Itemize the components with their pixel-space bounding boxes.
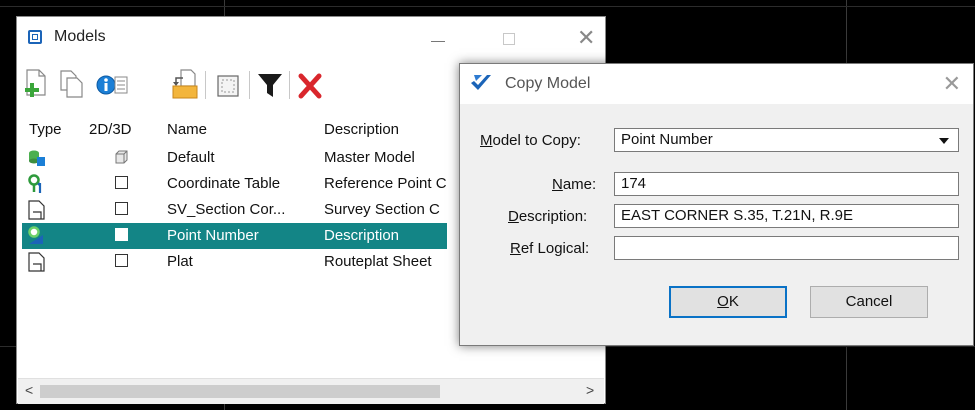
model-name: Point Number (167, 227, 259, 244)
copy-model-app-icon (470, 73, 492, 93)
models-app-icon (28, 30, 42, 44)
column-header-dimension[interactable]: 2D/3D (89, 121, 132, 138)
sheet-icon (27, 252, 49, 272)
scroll-left-arrow[interactable]: < (25, 382, 33, 398)
model-description: Master Model (324, 149, 415, 166)
2d-checkbox (115, 176, 129, 190)
name-label: Name: (552, 176, 597, 193)
ok-button[interactable]: OK (669, 286, 787, 318)
ref-logical-field[interactable] (614, 236, 959, 260)
model-name: Default (167, 149, 215, 166)
table-row[interactable]: Default Master Model (22, 145, 447, 171)
chevron-down-icon[interactable] (939, 138, 949, 144)
model-name: SV_Section Cor... (167, 201, 286, 218)
models-title-bar[interactable]: Models ✕ (17, 17, 605, 57)
toolbar-separator (289, 71, 290, 99)
scroll-right-arrow[interactable]: > (586, 382, 594, 398)
dialog-close-button[interactable]: ✕ (943, 71, 961, 97)
table-row[interactable]: Plat Routeplat Sheet (22, 249, 447, 275)
dialog-title-bar[interactable]: Copy Model ✕ (460, 64, 973, 104)
point-table-icon (27, 174, 49, 194)
column-header-type[interactable]: Type (29, 121, 62, 138)
models-list: Default Master Model Coordinate Table Re… (22, 145, 447, 275)
scroll-thumb[interactable] (40, 385, 440, 398)
model-to-copy-value: Point Number (621, 131, 713, 148)
copy-model-icon[interactable] (57, 68, 87, 100)
model-name: Plat (167, 253, 193, 270)
name-field[interactable]: 174 (614, 172, 959, 196)
background-line (0, 6, 975, 7)
model-to-copy-label: Model to Copy: (480, 132, 581, 149)
filter-icon[interactable] (255, 68, 285, 100)
select-all-icon[interactable] (213, 68, 243, 100)
description-label: Description: (508, 208, 588, 225)
point-number-icon (27, 226, 49, 246)
2d-checkbox (115, 228, 129, 242)
name-value: 174 (621, 175, 647, 192)
minimize-button[interactable] (431, 41, 445, 42)
ref-logical-label: Ref Logical: (510, 240, 590, 257)
dialog-title: Copy Model (505, 75, 591, 92)
model-description: Description (324, 227, 400, 244)
sheet-icon (27, 200, 49, 220)
toolbar-separator (249, 71, 250, 99)
model-to-copy-dropdown[interactable]: Point Number (614, 128, 959, 152)
close-button[interactable]: ✕ (577, 25, 595, 51)
cancel-button[interactable]: Cancel (810, 286, 928, 318)
column-header-name[interactable]: Name (167, 121, 207, 138)
delete-icon[interactable] (295, 68, 325, 100)
2d-checkbox (115, 254, 129, 268)
model-description: Routeplat Sheet (324, 253, 432, 270)
models-toolbar (23, 63, 443, 105)
model-name: Coordinate Table (167, 175, 281, 192)
column-header-description[interactable]: Description (324, 121, 399, 138)
toolbar-separator (205, 71, 206, 99)
table-row[interactable]: SV_Section Cor... Survey Section C (22, 197, 447, 223)
new-model-icon[interactable] (23, 68, 53, 100)
table-row-selected[interactable]: Point Number Description (22, 223, 447, 249)
model-description: Reference Point C (324, 175, 447, 192)
description-field[interactable]: EAST CORNER S.35, T.21N, R.9E (614, 204, 959, 228)
maximize-button[interactable] (503, 33, 515, 45)
window-title: Models (54, 28, 106, 45)
description-value: EAST CORNER S.35, T.21N, R.9E (621, 207, 854, 224)
model-description: Survey Section C (324, 201, 440, 218)
2d-checkbox (115, 202, 129, 216)
import-icon[interactable] (171, 68, 201, 100)
copy-model-dialog: Copy Model ✕ Model to Copy: Point Number… (459, 63, 974, 346)
3d-model-icon (27, 148, 49, 168)
table-row[interactable]: Coordinate Table Reference Point C (22, 171, 447, 197)
properties-icon[interactable] (95, 68, 128, 100)
horizontal-scrollbar[interactable]: < > (18, 378, 604, 404)
3d-cube-icon (115, 150, 129, 164)
